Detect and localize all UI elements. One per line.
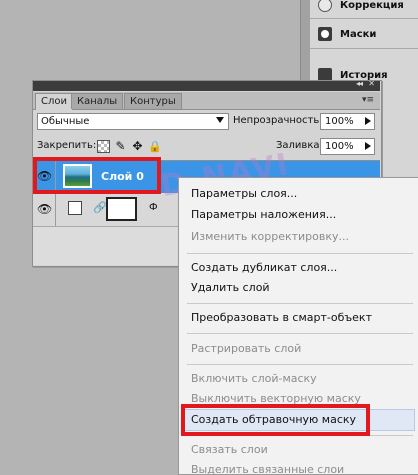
visibility-toggle[interactable]: 👁 <box>33 194 56 226</box>
opacity-label: Непрозрачность: <box>233 115 323 126</box>
chevron-right-icon <box>365 117 371 125</box>
panel-menu-icon[interactable]: ▾≡ <box>362 95 374 105</box>
chevron-right-icon <box>365 142 371 150</box>
opacity-value: 100% <box>325 116 354 127</box>
highlight-box <box>33 157 161 194</box>
lock-all-icon[interactable]: 🔒 <box>148 140 162 153</box>
lock-label: Закрепить: <box>37 140 97 151</box>
dock-item-label: Коррекция <box>340 0 404 11</box>
menu-separator <box>187 253 413 254</box>
adjustments-icon <box>318 0 332 12</box>
menu-separator <box>187 303 413 304</box>
menu-item-enable-layer-mask[interactable]: Включить слой-маску <box>191 372 317 386</box>
dock-separator <box>310 48 418 49</box>
menu-item-link-layers[interactable]: Связать слои <box>191 443 268 457</box>
menu-separator <box>187 333 413 334</box>
chevron-down-icon <box>216 117 224 123</box>
lock-pixels-icon[interactable]: ✎ <box>114 139 127 153</box>
menu-item-convert-smart-object[interactable]: Преобразовать в смарт-объект <box>191 311 372 325</box>
menu-item-select-linked-layers[interactable]: Выделить связанные слои <box>191 463 344 474</box>
menu-item-rasterize-layer[interactable]: Растрировать слой <box>191 342 301 356</box>
fill-field[interactable]: 100% <box>320 138 375 155</box>
lock-transparency-icon[interactable] <box>97 139 110 153</box>
menu-separator <box>187 364 413 365</box>
blend-mode-select[interactable]: Обычные <box>37 113 229 130</box>
tab-layers[interactable]: Слои <box>35 93 73 110</box>
panel-tabs: Слои Каналы Контуры ▾≡ <box>33 92 380 110</box>
link-icon[interactable]: 🔗 <box>93 201 107 214</box>
blend-mode-value: Обычные <box>41 116 90 127</box>
close-icon[interactable]: ✕ <box>368 79 375 88</box>
mask-thumbnail[interactable] <box>106 197 137 221</box>
layer-name: Ф <box>149 202 158 213</box>
menu-item-duplicate-layer[interactable]: Создать дубликат слоя... <box>191 261 337 275</box>
opacity-field[interactable]: 100% <box>320 113 375 130</box>
tab-paths[interactable]: Контуры <box>124 93 182 109</box>
collapse-icon[interactable]: ◂◂ <box>356 79 363 88</box>
masks-icon <box>318 27 332 41</box>
menu-item-blending-options[interactable]: Параметры наложения... <box>191 208 336 222</box>
layer-thumbnail <box>68 201 82 215</box>
dock-item-label: Маски <box>340 28 377 40</box>
lock-buttons: ✎ ✥ 🔒 <box>97 139 165 153</box>
panel-titlebar[interactable]: ◂◂ ✕ <box>33 79 380 91</box>
menu-item-delete-layer[interactable]: Удалить слой <box>191 281 270 295</box>
menu-item-layer-properties[interactable]: Параметры слоя... <box>191 187 297 201</box>
tab-channels[interactable]: Каналы <box>71 93 124 109</box>
dock-separator <box>310 18 418 19</box>
lock-position-icon[interactable]: ✥ <box>131 139 144 153</box>
highlight-box <box>181 404 370 436</box>
dock-item-masks[interactable]: Маски <box>318 25 376 43</box>
dock-item-adjustments[interactable]: Коррекция <box>318 0 404 14</box>
menu-item-edit-adjustment[interactable]: Изменить корректировку... <box>191 230 349 244</box>
dock-item-label: История <box>340 69 388 81</box>
eye-icon: 👁 <box>37 202 53 216</box>
fill-value: 100% <box>325 141 354 152</box>
